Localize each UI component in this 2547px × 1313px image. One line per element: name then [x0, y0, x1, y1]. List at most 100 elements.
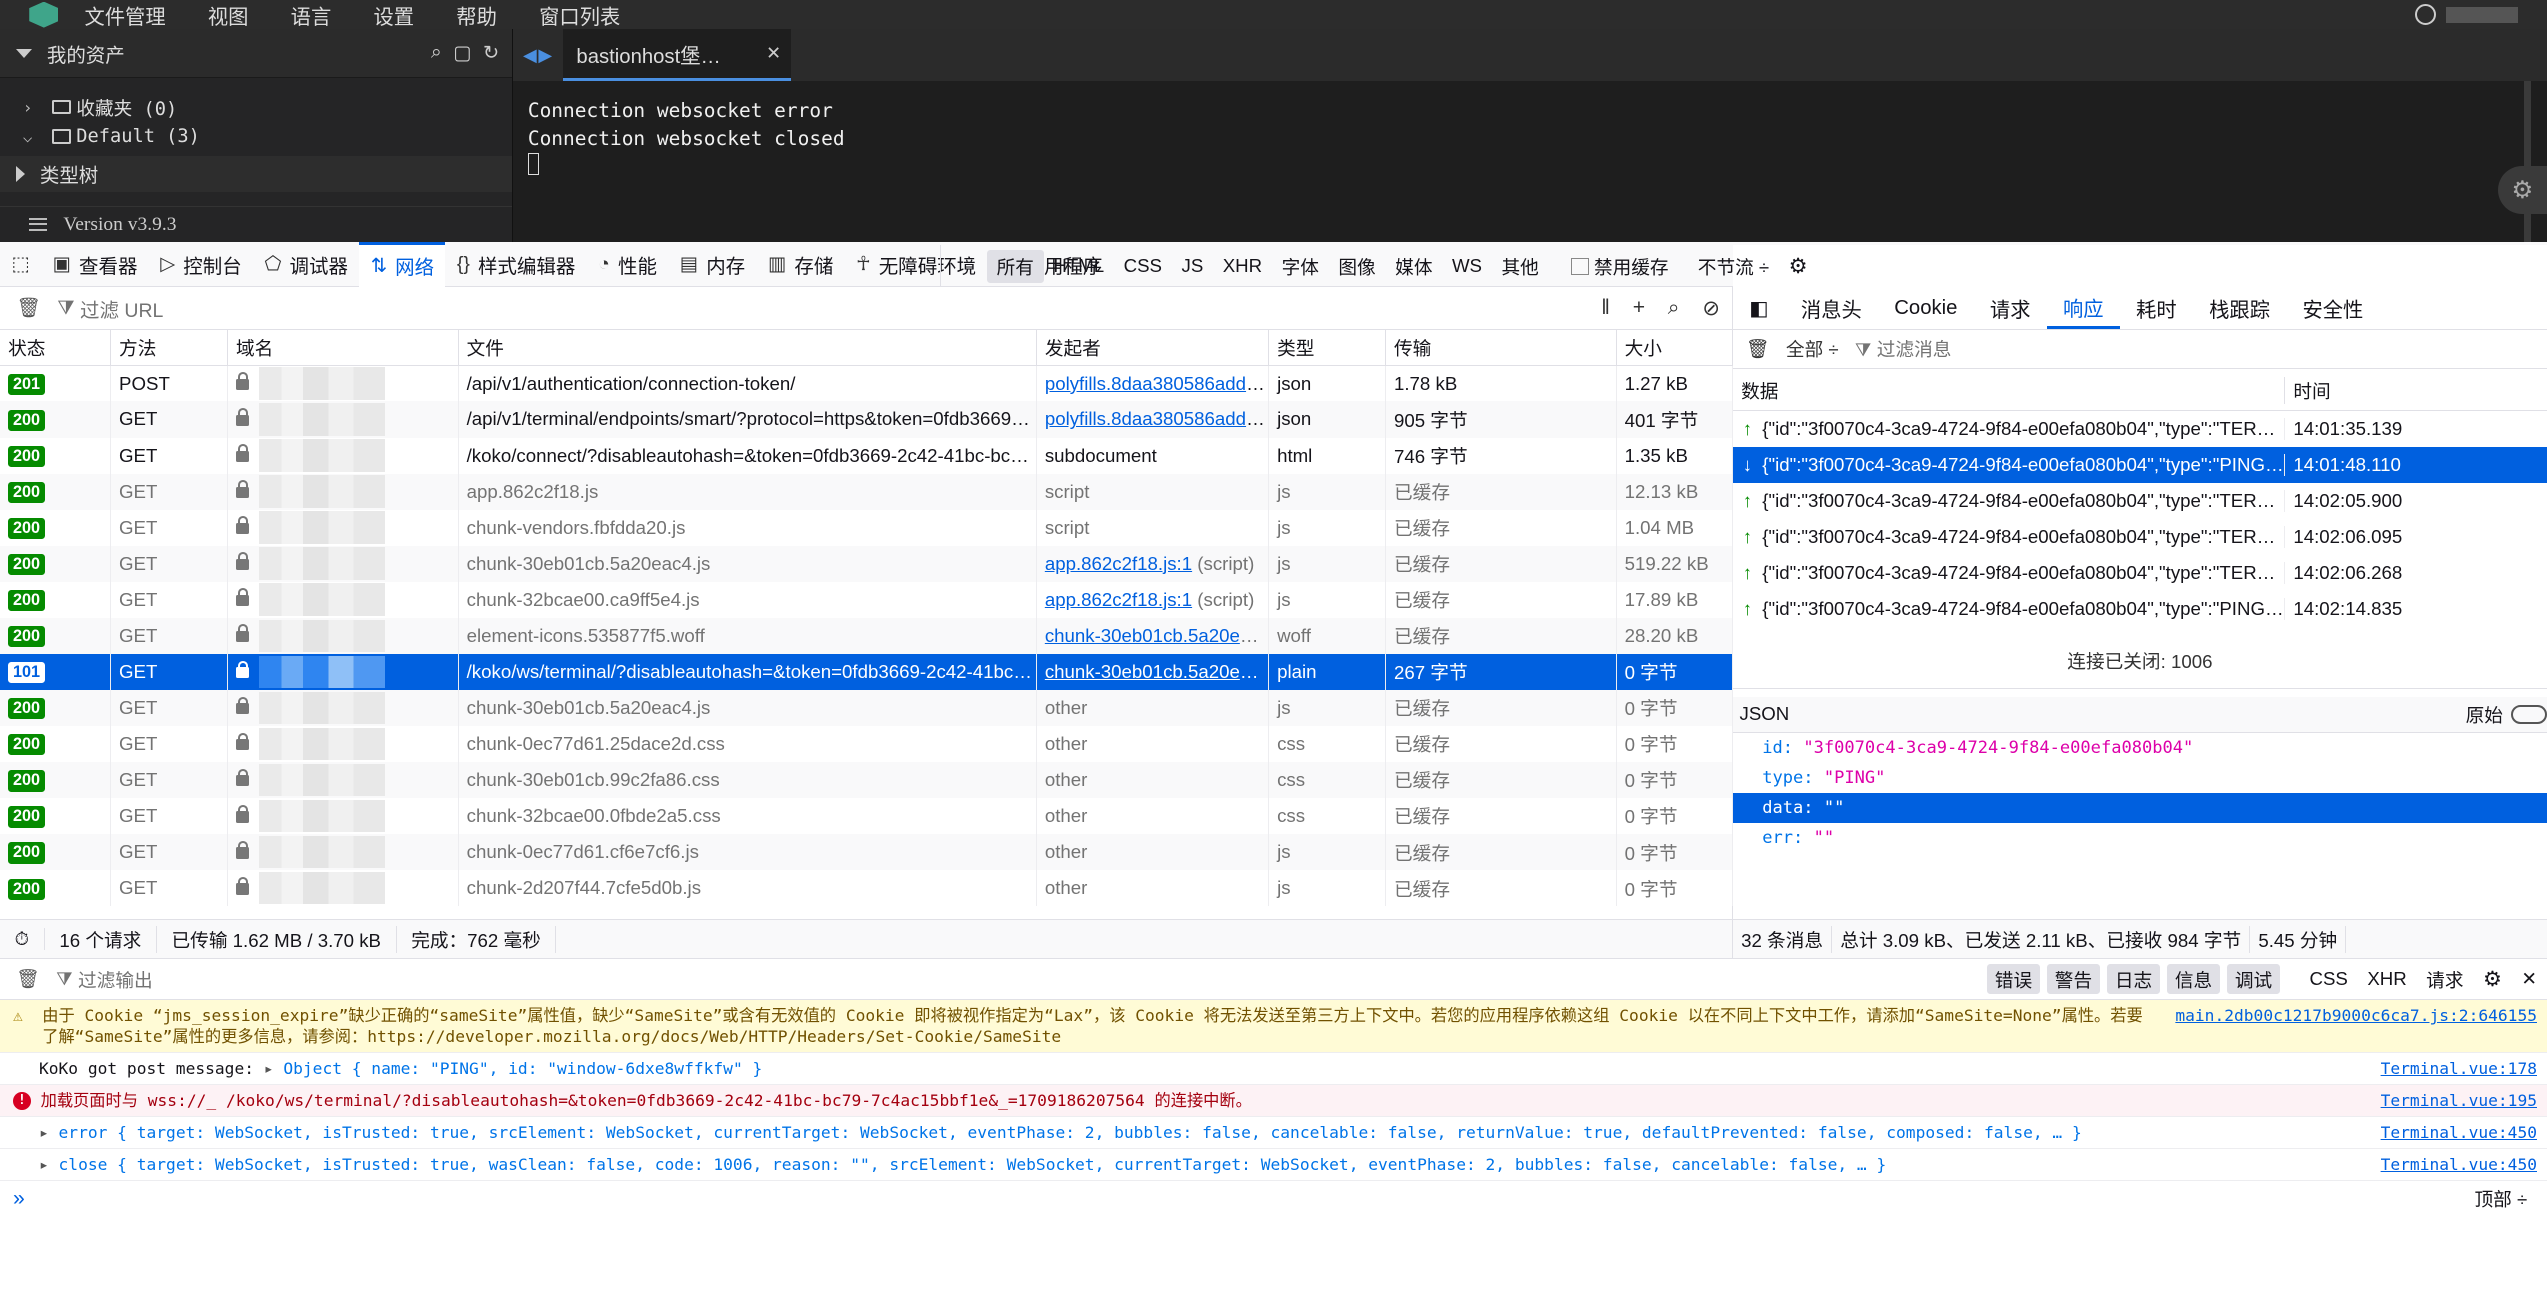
add-icon[interactable]: +	[1633, 296, 1645, 320]
table-row[interactable]: 200 GET chunk-30eb01cb.5a20eac4.js other js 已…	[0, 689, 1734, 726]
initiator-link[interactable]: polyfills.8daa380586add0...	[1045, 408, 1268, 429]
filter-warnings[interactable]: 警告	[2046, 964, 2101, 995]
tree-item-favorites[interactable]: › 收藏夹 (0)	[0, 93, 512, 122]
tab-storage[interactable]: ▥ 存储	[757, 242, 845, 287]
type-filter-4[interactable]: XHR	[1213, 252, 1272, 280]
menu-file[interactable]: 文件管理	[84, 0, 165, 30]
col-header[interactable]: 发起者	[1036, 329, 1269, 366]
type-filter-6[interactable]: 图像	[1329, 250, 1386, 283]
table-row[interactable]: 200 GET chunk-30eb01cb.99c2fa86.css other cs…	[0, 761, 1734, 798]
tab-console[interactable]: ▷ 控制台	[149, 242, 253, 287]
table-row[interactable]: 200 GET/koko/connect/?disableautohash=&to…	[0, 437, 1734, 474]
square-icon[interactable]: ▢	[453, 41, 471, 65]
tab-stack-trace[interactable]: 栈跟踪	[2193, 287, 2286, 329]
type-filter-0[interactable]: 所有	[986, 249, 1044, 284]
search-icon[interactable]: ⌕	[1668, 296, 1680, 320]
user-avatar-icon[interactable]	[2415, 4, 2437, 26]
col-header[interactable]: 方法	[110, 329, 228, 366]
type-filter-1[interactable]: HTML	[1044, 252, 1114, 280]
menu-view[interactable]: 视图	[208, 0, 249, 30]
close-tab-icon[interactable]: ✕	[766, 43, 781, 64]
tab-network[interactable]: ⇅ 网络	[359, 241, 446, 287]
tab-style-editor[interactable]: {} 样式编辑器	[445, 242, 586, 287]
menu-lines-icon[interactable]	[29, 218, 48, 232]
table-row[interactable]: 200 GET chunk-0ec77d61.cf6e7cf6.js other js 已…	[0, 834, 1734, 871]
col-time[interactable]: 时间	[2285, 377, 2330, 404]
trash-icon[interactable]: 🗑︎	[16, 296, 41, 320]
tab-headers[interactable]: 消息头	[1785, 287, 1878, 329]
tree-item-default[interactable]: ⌵ Default (3)	[0, 122, 512, 151]
type-filter-2[interactable]: CSS	[1114, 252, 1172, 280]
json-row[interactable]: id: "3f0070c4-3ca9-4724-9f84-e00efa080b0…	[1733, 733, 2547, 763]
initiator-link[interactable]: chunk-30eb01cb.5a20eac...	[1045, 625, 1268, 646]
message-type-select[interactable]: 全部 ÷	[1786, 335, 1839, 362]
table-row[interactable]: 200 GET chunk-vendors.fbfdda20.js script js 已…	[0, 509, 1734, 546]
message-row[interactable]: ↑ {"id":"3f0070c4-3ca9-4724-9f84-e00efa08…	[1733, 411, 2547, 447]
initiator-link[interactable]: polyfills.8daa380586add0...	[1045, 373, 1268, 394]
message-row[interactable]: ↑ {"id":"3f0070c4-3ca9-4724-9f84-e00efa08…	[1733, 519, 2547, 555]
source-link[interactable]: Terminal.vue:178	[2358, 1058, 2537, 1079]
initiator-link[interactable]: app.862c2f18.js:1	[1045, 553, 1192, 574]
col-data[interactable]: 数据	[1733, 377, 2286, 405]
type-filter-7[interactable]: 媒体	[1385, 250, 1442, 283]
tab-request[interactable]: 请求	[1974, 287, 2047, 329]
source-link[interactable]: Terminal.vue:450	[2358, 1154, 2537, 1175]
menu-help[interactable]: 帮助	[456, 0, 497, 30]
message-row[interactable]: ↓ {"id":"3f0070c4-3ca9-4724-9f84-e00efa08…	[1733, 446, 2547, 483]
tab-timings[interactable]: 耗时	[2120, 287, 2193, 329]
expand-icon[interactable]: ▸	[264, 1059, 284, 1078]
menu-language[interactable]: 语言	[291, 0, 332, 30]
type-filter-3[interactable]: JS	[1172, 252, 1213, 280]
terminal-output[interactable]: Connection websocket error Connection we…	[513, 81, 2547, 183]
filter-debug[interactable]: 调试	[2226, 964, 2281, 995]
timer-icon[interactable]: ⏱	[0, 928, 45, 951]
trash-icon[interactable]: 🗑︎	[16, 968, 40, 990]
tab-inspector[interactable]: ▣ 查看器	[41, 242, 149, 287]
source-link[interactable]: main.2db00c1217b9000c6ca7.js:2:646155	[2153, 1005, 2537, 1026]
menu-settings[interactable]: 设置	[373, 0, 414, 30]
console-input[interactable]: » 顶部 ÷	[0, 1181, 2547, 1217]
terminal-scrollbar[interactable]	[2524, 81, 2531, 242]
type-filter-5[interactable]: 字体	[1272, 250, 1329, 283]
refresh-icon[interactable]: ↻	[483, 41, 499, 65]
nav-arrows-icon[interactable]: ◀▶	[523, 45, 554, 66]
terminal-tab[interactable]: bastionhost堡… ✕	[563, 29, 791, 82]
asset-header[interactable]: 我的资产 ⌕ ▢ ↻	[0, 29, 513, 78]
raw-toggle[interactable]	[2511, 704, 2547, 725]
table-row[interactable]: 200 GET element-icons.535877f5.woff chunk-3…	[0, 617, 1734, 654]
log-object[interactable]: close { target: WebSocket, isTrusted: tr…	[59, 1154, 2358, 1175]
message-row[interactable]: ↑ {"id":"3f0070c4-3ca9-4724-9f84-e00efa08…	[1733, 555, 2547, 591]
log-object[interactable]: error { target: WebSocket, isTrusted: tr…	[59, 1122, 2358, 1143]
filter-errors[interactable]: 错误	[1986, 964, 2041, 995]
search-icon[interactable]: ⌕	[431, 41, 442, 65]
tab-response[interactable]: 响应	[2046, 287, 2120, 330]
col-header[interactable]: 文件	[458, 329, 1037, 366]
console-filter-input[interactable]: 过滤输出	[78, 966, 153, 993]
expand-icon[interactable]: ▸	[39, 1122, 59, 1143]
gear-icon[interactable]: ⚙	[1779, 250, 1817, 282]
col-header[interactable]: 状态	[0, 329, 111, 366]
filter-xhr[interactable]: XHR	[2358, 967, 2417, 992]
url-filter-input[interactable]: 过滤 URL	[80, 294, 163, 323]
filter-logs[interactable]: 日志	[2106, 964, 2161, 995]
expand-icon[interactable]: ▸	[39, 1154, 59, 1175]
source-link[interactable]: Terminal.vue:195	[2358, 1090, 2537, 1111]
close-icon[interactable]: ✕	[2512, 967, 2547, 992]
log-object[interactable]: Object { name: "PING", id: "window-6dxe8…	[283, 1059, 762, 1078]
table-row[interactable]: 200 GET chunk-32bcae00.ca9ff5e4.js app.862c…	[0, 581, 1734, 618]
toggle-sidebar-icon[interactable]: ◧	[1733, 287, 1785, 329]
pause-icon[interactable]: ‖	[1601, 296, 1610, 320]
filter-css[interactable]: CSS	[2300, 967, 2358, 992]
table-row[interactable]: 101 GET/koko/ws/terminal/?disableautohash…	[0, 653, 1734, 690]
disable-cache-checkbox[interactable]	[1571, 257, 1590, 276]
block-icon[interactable]: ⊘	[1702, 295, 1720, 321]
gear-icon[interactable]: ⚙	[2498, 165, 2547, 215]
tab-debugger[interactable]: ⬠ 调试器	[253, 242, 359, 287]
col-header[interactable]: 域名	[227, 329, 459, 366]
table-row[interactable]: 200 GET/api/v1/terminal/endpoints/smart/?…	[0, 401, 1734, 438]
type-filter-8[interactable]: WS	[1442, 252, 1492, 280]
table-row[interactable]: 200 GET chunk-0ec77d61.25dace2d.css other cs…	[0, 725, 1734, 762]
filter-info[interactable]: 信息	[2166, 964, 2221, 995]
col-header[interactable]: 传输	[1385, 329, 1617, 366]
gear-icon[interactable]: ⚙	[2473, 965, 2511, 994]
